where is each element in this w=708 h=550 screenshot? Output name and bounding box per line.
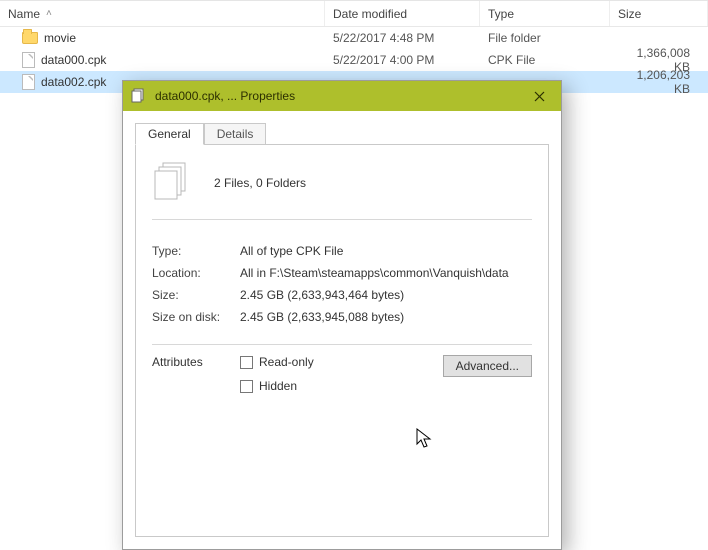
size-on-disk-value: 2.45 GB (2,633,945,088 bytes) — [240, 310, 532, 324]
type-value: All of type CPK File — [240, 244, 532, 258]
column-header-label: Date modified — [333, 7, 407, 21]
hidden-label: Hidden — [259, 379, 297, 393]
advanced-button[interactable]: Advanced... — [443, 355, 532, 377]
file-date: 5/22/2017 4:00 PM — [325, 53, 480, 67]
table-row[interactable]: data000.cpk5/22/2017 4:00 PMCPK File1,36… — [0, 49, 708, 71]
button-label: Advanced... — [456, 359, 519, 373]
column-header-label: Type — [488, 7, 514, 21]
column-header-label: Size — [618, 7, 641, 21]
checkbox-icon — [240, 380, 253, 393]
hidden-checkbox[interactable]: Hidden — [240, 379, 443, 393]
close-button[interactable] — [517, 81, 561, 111]
general-panel: 2 Files, 0 Folders Type: All of type CPK… — [135, 145, 549, 537]
size-on-disk-label: Size on disk: — [152, 310, 240, 324]
file-type: CPK File — [480, 53, 610, 67]
file-date: 5/22/2017 4:48 PM — [325, 31, 480, 45]
tab-strip: General Details — [135, 121, 549, 145]
details-group: Type: All of type CPK File Location: All… — [152, 232, 532, 345]
column-header-size[interactable]: Size — [610, 1, 708, 26]
location-value: All in F:\Steam\steamapps\common\Vanquis… — [240, 266, 532, 280]
file-type: File folder — [480, 31, 610, 45]
tab-label: Details — [217, 127, 254, 141]
sort-asc-icon: ˄ — [46, 8, 52, 19]
checkbox-icon — [240, 356, 253, 369]
file-name: data002.cpk — [41, 75, 106, 89]
readonly-checkbox[interactable]: Read-only — [240, 355, 443, 369]
attributes-group: Attributes Read-only Hidden Advanced... — [152, 355, 532, 403]
file-icon — [22, 52, 35, 68]
summary-row: 2 Files, 0 Folders — [152, 161, 532, 220]
titlebar[interactable]: data000.cpk, ... Properties — [123, 81, 561, 111]
column-header-name[interactable]: Name ˄ — [0, 1, 325, 26]
dialog-title: data000.cpk, ... Properties — [155, 89, 517, 103]
tab-details[interactable]: Details — [204, 123, 267, 145]
type-label: Type: — [152, 244, 240, 258]
file-icon — [22, 74, 35, 90]
column-header-row: Name ˄ Date modified Type Size — [0, 1, 708, 27]
tab-label: General — [148, 127, 191, 141]
column-header-date[interactable]: Date modified — [325, 1, 480, 26]
readonly-label: Read-only — [259, 355, 314, 369]
multi-file-icon — [131, 88, 147, 104]
close-icon — [534, 91, 545, 102]
column-header-type[interactable]: Type — [480, 1, 610, 26]
file-size: 1,206,203 KB — [610, 68, 708, 96]
properties-dialog: data000.cpk, ... Properties General Deta… — [122, 80, 562, 550]
size-label: Size: — [152, 288, 240, 302]
summary-text: 2 Files, 0 Folders — [214, 176, 306, 190]
multi-document-icon — [152, 161, 192, 205]
folder-icon — [22, 32, 38, 44]
file-name: data000.cpk — [41, 53, 106, 67]
size-value: 2.45 GB (2,633,943,464 bytes) — [240, 288, 532, 302]
column-header-label: Name — [8, 7, 40, 21]
attributes-label: Attributes — [152, 355, 240, 369]
dialog-body: General Details 2 Files, 0 Folders — [123, 111, 561, 549]
tab-general[interactable]: General — [135, 123, 204, 145]
location-label: Location: — [152, 266, 240, 280]
file-name: movie — [44, 31, 76, 45]
table-row[interactable]: movie 5/22/2017 4:48 PMFile folder — [0, 27, 708, 49]
